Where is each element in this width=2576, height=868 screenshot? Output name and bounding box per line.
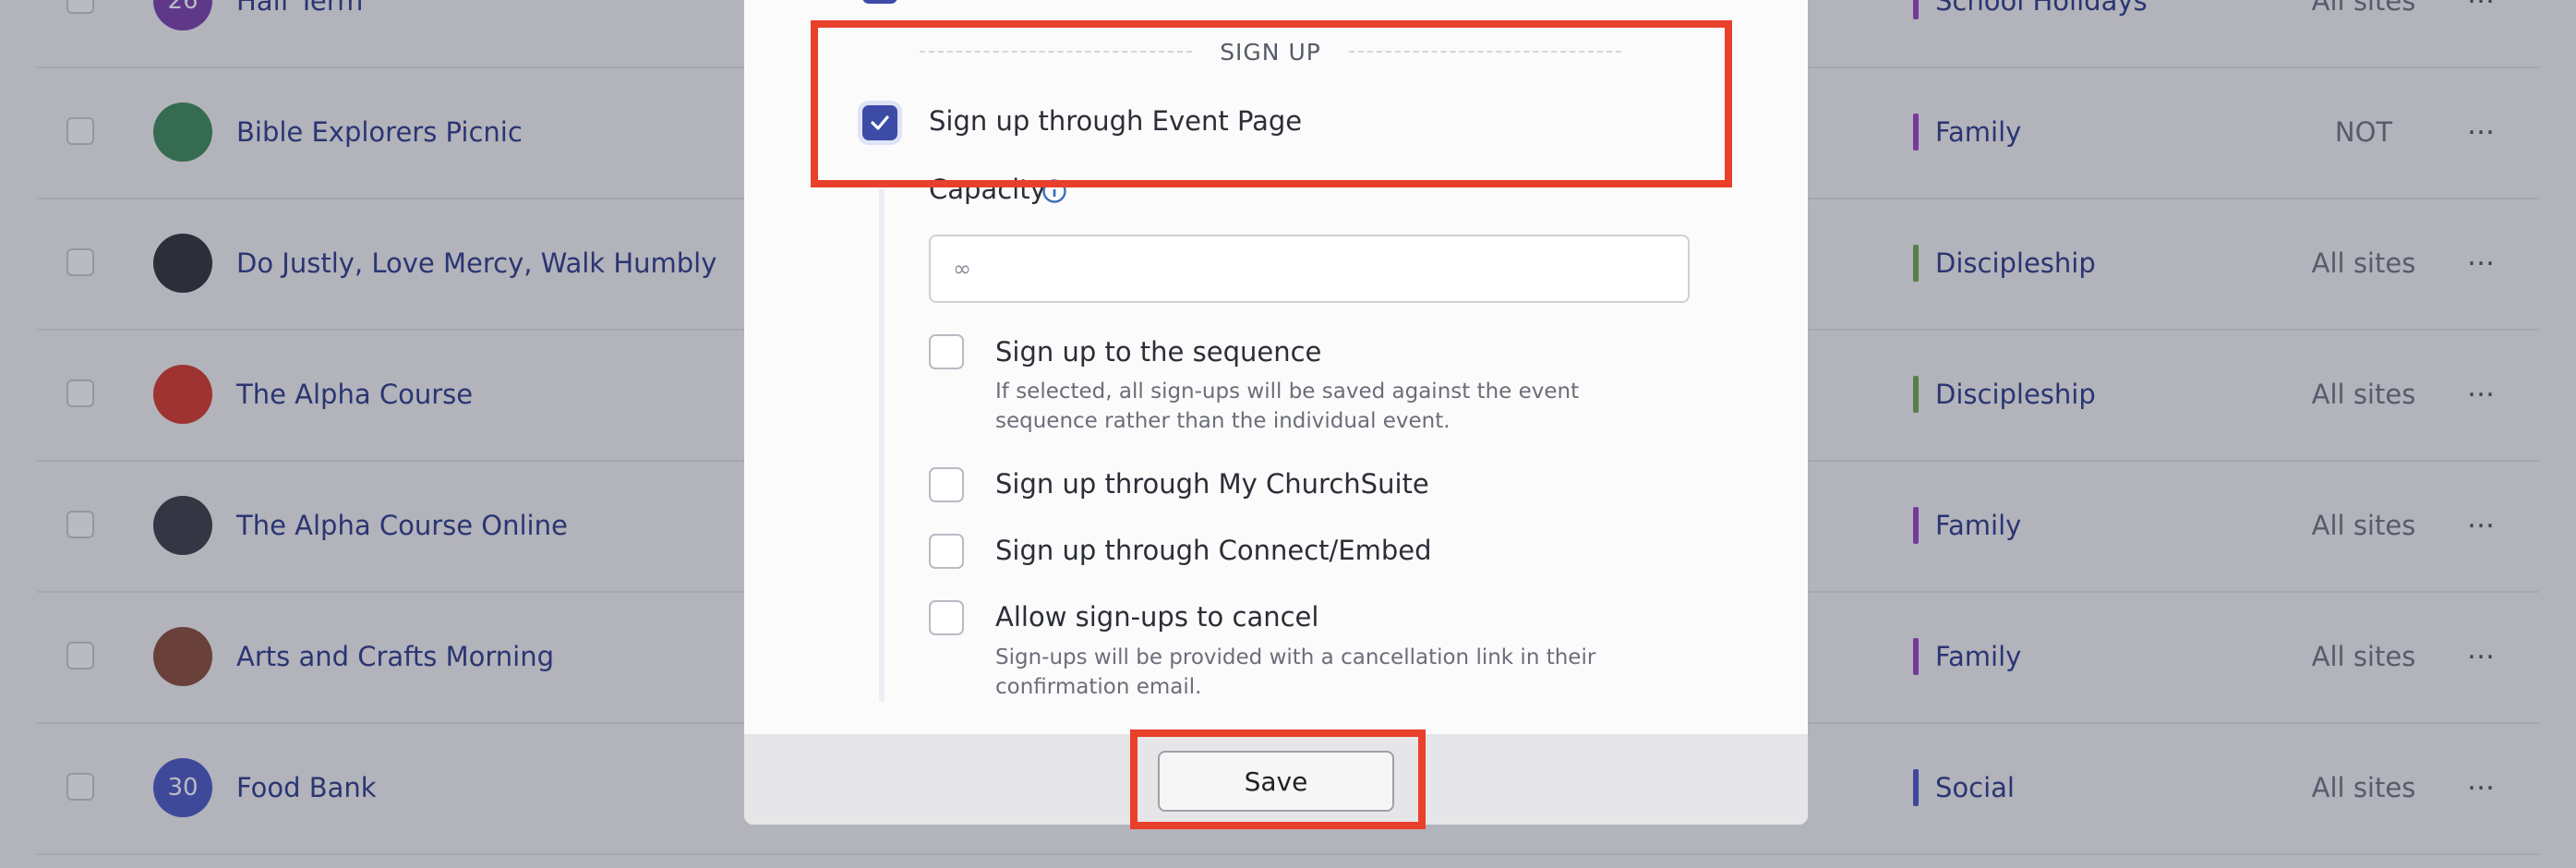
section-title: SIGN UP [1220,38,1321,66]
event-page-checkbox[interactable] [862,105,897,140]
indent-rule [879,189,885,702]
divider [1348,51,1622,53]
sequence-label[interactable]: Sign up to the sequence [995,336,1321,368]
connect-embed-label[interactable]: Sign up through Connect/Embed [995,535,1432,566]
allow-cancel-checkbox[interactable] [929,600,964,635]
sequence-checkbox[interactable] [929,334,964,369]
sequence-help-text: If selected, all sign-ups will be saved … [995,380,1580,433]
sign-up-section-header: SIGN UP [920,33,1622,70]
capacity-input[interactable] [929,235,1690,303]
modal-footer: Save [744,734,1808,825]
save-button[interactable]: Save [1158,751,1394,812]
divider [920,51,1193,53]
capacity-label: Capacity [929,174,1046,205]
event-settings-modal: SIGN UP Sign up through Event Page Capac… [744,0,1808,825]
allow-cancel-help-text: Sign-ups will be provided with a cancell… [995,645,1596,699]
event-page-label[interactable]: Sign up through Event Page [929,105,1302,137]
my-churchsuite-checkbox[interactable] [929,467,964,502]
check-icon [871,115,889,130]
my-churchsuite-label[interactable]: Sign up through My ChurchSuite [995,468,1429,500]
allow-cancel-label[interactable]: Allow sign-ups to cancel [995,601,1318,633]
previous-option-checkbox[interactable] [862,0,897,4]
info-icon[interactable] [1041,178,1067,204]
connect-embed-checkbox[interactable] [929,534,964,569]
